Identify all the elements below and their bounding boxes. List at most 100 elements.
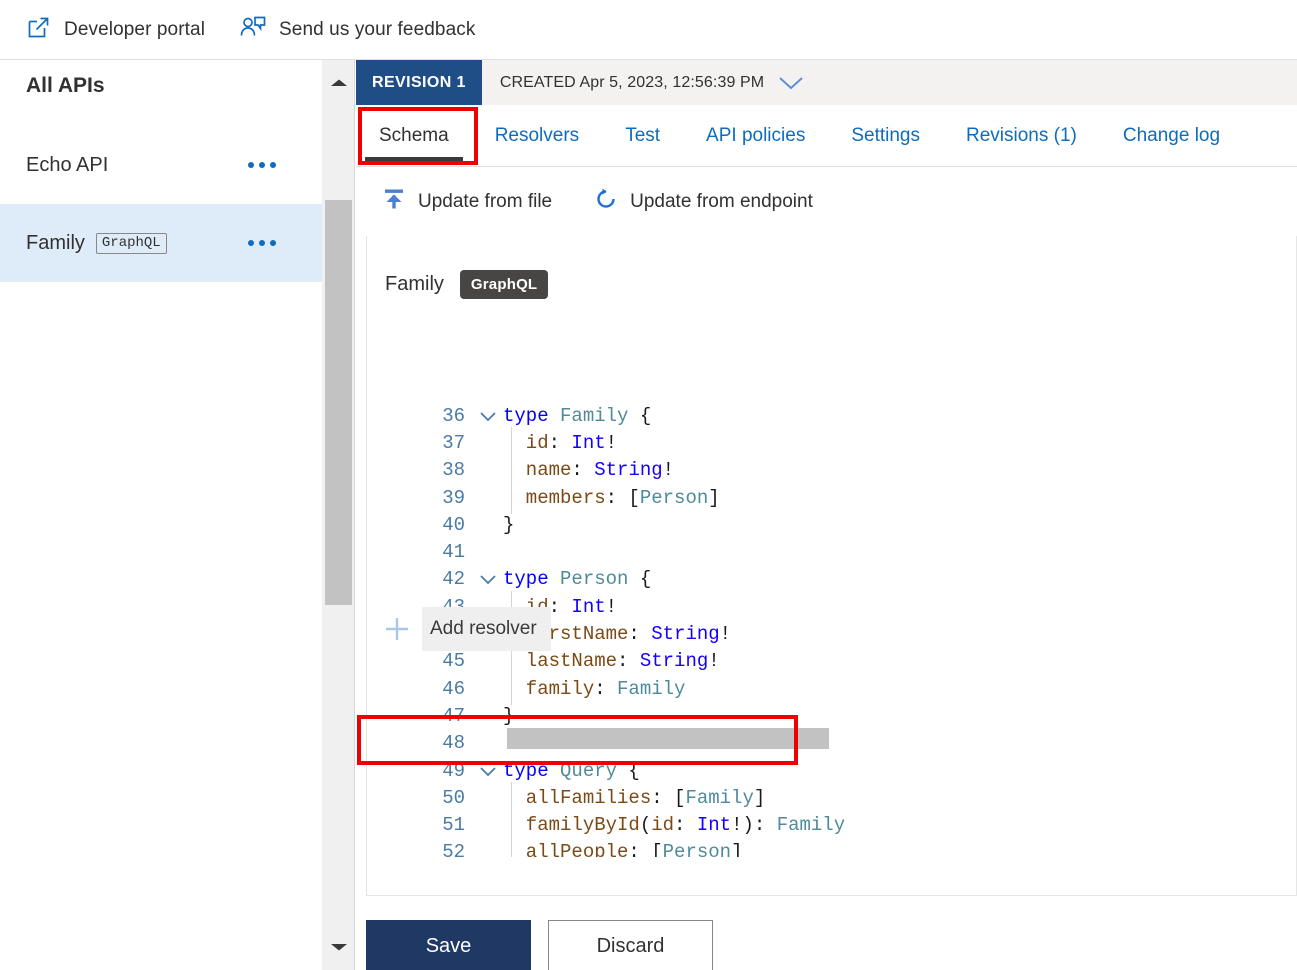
code-text: } xyxy=(503,705,514,727)
tab-label: Settings xyxy=(851,125,920,147)
discard-label: Discard xyxy=(597,935,665,958)
code-text: type Query { xyxy=(503,760,640,782)
external-link-icon xyxy=(26,14,52,45)
code-line: 39 members: [Person] xyxy=(381,484,1296,511)
line-number: 40 xyxy=(381,514,473,536)
line-number: 42 xyxy=(381,568,473,590)
code-text: family: Family xyxy=(503,678,685,700)
sidebar-scrollbar-thumb[interactable] xyxy=(325,200,352,605)
sidebar-item-echo-api[interactable]: Echo API xyxy=(0,126,322,204)
code-text: } xyxy=(503,514,514,536)
send-feedback-link[interactable]: Send us your feedback xyxy=(239,14,475,45)
code-line: 49 type Query { xyxy=(381,757,1296,784)
update-from-file-button[interactable]: Update from file xyxy=(382,187,552,216)
scroll-down-arrow-icon[interactable] xyxy=(322,932,355,962)
developer-portal-link[interactable]: Developer portal xyxy=(26,14,205,45)
code-line: 46 family: Family xyxy=(381,675,1296,702)
line-number: 37 xyxy=(381,432,473,454)
sidebar-item-label: Echo API xyxy=(26,154,108,177)
code-text: name: String! xyxy=(503,459,674,481)
line-number: 47 xyxy=(381,705,473,727)
api-management-schema-page: Developer portal Send us your feedback A… xyxy=(0,0,1297,970)
tab-revisions[interactable]: Revisions (1) xyxy=(943,105,1100,166)
developer-portal-label: Developer portal xyxy=(64,19,205,41)
code-line: 37 id: Int! xyxy=(381,429,1296,456)
line-number: 41 xyxy=(381,541,473,563)
code-text: allFamilies: [Family] xyxy=(503,787,765,809)
tab-test[interactable]: Test xyxy=(602,105,683,166)
save-button[interactable]: Save xyxy=(366,920,531,970)
schema-toolbar: Update from file Update from endpoint xyxy=(356,167,1297,236)
tab-label: Schema xyxy=(379,125,449,147)
api-tabs: Schema Resolvers Test API policies Setti… xyxy=(356,105,1297,167)
line-number: 36 xyxy=(381,405,473,427)
chevron-down-icon[interactable] xyxy=(776,74,806,92)
code-line: 42 type Person { xyxy=(381,566,1296,593)
send-feedback-label: Send us your feedback xyxy=(279,19,475,41)
code-line: 38 name: String! xyxy=(381,457,1296,484)
code-line: 52 allPeople: [Person] xyxy=(381,839,1296,857)
tab-change-log[interactable]: Change log xyxy=(1100,105,1243,166)
fold-chevron-icon[interactable] xyxy=(473,409,503,423)
sidebar-scrollbar[interactable] xyxy=(322,60,355,970)
fold-chevron-icon[interactable] xyxy=(473,764,503,778)
graphql-tag: GraphQL xyxy=(460,270,548,299)
discard-button[interactable]: Discard xyxy=(548,920,713,970)
schema-panel-title: Family xyxy=(385,273,444,296)
code-text: type Family { xyxy=(503,405,651,427)
tab-schema[interactable]: Schema xyxy=(356,105,472,166)
line-number: 39 xyxy=(381,487,473,509)
schema-panel-header: Family GraphQL xyxy=(367,236,1296,299)
upload-icon xyxy=(382,187,406,216)
line-number: 52 xyxy=(381,841,473,857)
echo-api-more-options-icon[interactable] xyxy=(248,162,276,168)
feedback-person-icon xyxy=(239,14,267,45)
add-resolver-button[interactable]: Add resolver xyxy=(372,607,551,651)
code-line: 45 lastName: String! xyxy=(381,648,1296,675)
revision-badge: REVISION 1 xyxy=(356,60,482,105)
apis-sidebar: All APIs Echo API Family GraphQL xyxy=(0,60,322,970)
scroll-up-arrow-icon[interactable] xyxy=(322,68,355,98)
editor-horizontal-scrollbar-thumb[interactable] xyxy=(507,728,829,749)
code-text: id: Int! xyxy=(503,432,617,454)
save-label: Save xyxy=(426,935,472,958)
line-number: 51 xyxy=(381,814,473,836)
code-line: 41 xyxy=(381,538,1296,565)
family-api-more-options-icon[interactable] xyxy=(248,240,276,246)
tab-label: Resolvers xyxy=(495,125,579,147)
code-line: 47} xyxy=(381,702,1296,729)
sidebar-item-label: Family xyxy=(26,232,85,255)
sidebar-item-badge: GraphQL xyxy=(96,233,167,254)
line-number: 38 xyxy=(381,459,473,481)
revision-created-label: CREATED Apr 5, 2023, 12:56:39 PM xyxy=(500,74,764,92)
tab-label: API policies xyxy=(706,125,805,147)
tab-api-policies[interactable]: API policies xyxy=(683,105,828,166)
line-number: 48 xyxy=(381,732,473,754)
revision-bar: REVISION 1 CREATED Apr 5, 2023, 12:56:39… xyxy=(356,60,1297,105)
tab-resolvers[interactable]: Resolvers xyxy=(472,105,602,166)
sidebar-item-family[interactable]: Family GraphQL xyxy=(0,204,322,282)
fold-chevron-icon[interactable] xyxy=(473,572,503,586)
code-text: type Person { xyxy=(503,568,651,590)
code-text: members: [Person] xyxy=(503,487,720,509)
line-number: 45 xyxy=(381,650,473,672)
update-from-endpoint-button[interactable]: Update from endpoint xyxy=(594,187,813,216)
update-from-file-label: Update from file xyxy=(418,191,552,213)
top-action-bar: Developer portal Send us your feedback xyxy=(0,0,1297,60)
code-line: 51 familyById(id: Int!): Family xyxy=(381,811,1296,838)
code-line: 50 allFamilies: [Family] xyxy=(381,784,1296,811)
line-number: 49 xyxy=(381,760,473,782)
code-line: 36 type Family { xyxy=(381,402,1296,429)
update-from-endpoint-label: Update from endpoint xyxy=(630,191,813,213)
tab-label: Test xyxy=(625,125,660,147)
main-content: REVISION 1 CREATED Apr 5, 2023, 12:56:39… xyxy=(356,60,1297,970)
code-text: allPeople: [Person] xyxy=(503,841,742,857)
sidebar-title: All APIs xyxy=(0,60,322,98)
code-text: familyById(id: Int!): Family xyxy=(503,814,845,836)
line-number: 46 xyxy=(381,678,473,700)
tab-settings[interactable]: Settings xyxy=(828,105,943,166)
code-text: lastName: String! xyxy=(503,650,720,672)
form-actions: Save Discard xyxy=(366,912,1297,970)
add-resolver-label: Add resolver xyxy=(422,618,551,640)
code-line: 40} xyxy=(381,511,1296,538)
